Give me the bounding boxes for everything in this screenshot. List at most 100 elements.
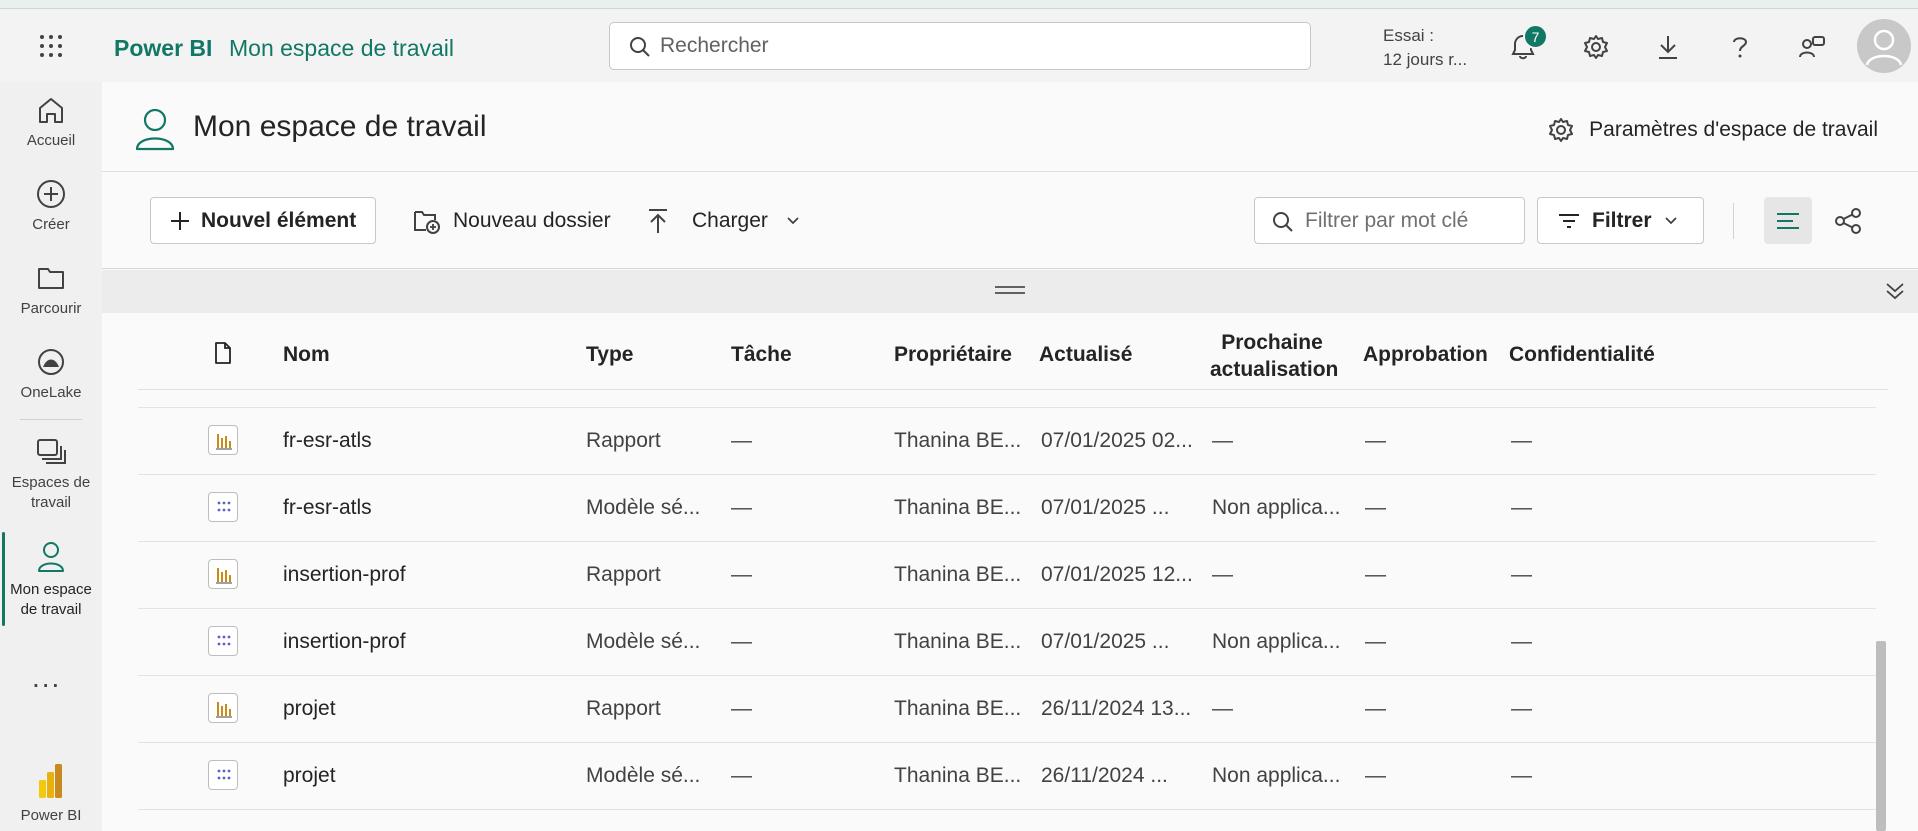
task-cell: — [731, 630, 752, 653]
download-icon [1659, 36, 1677, 59]
feedback-button[interactable] [1794, 29, 1830, 65]
report-icon [208, 425, 238, 455]
nav-item-my-workspace[interactable]: Mon espace de travail [0, 540, 102, 620]
refreshed-cell: 26/11/2024 ... [1041, 764, 1168, 787]
type-cell: Modèle sé... [586, 496, 701, 519]
task-cell: — [731, 697, 752, 720]
owner-cell: Thanina BE... [894, 563, 1022, 586]
upload-icon [649, 208, 667, 233]
powerbi-home[interactable]: Power BI [0, 762, 102, 826]
table-row[interactable]: fr-esr-atls Rapport — Thanina BE... 07/01/20… [138, 408, 1876, 475]
new-item-button[interactable]: Nouvel élément [150, 197, 376, 244]
keyword-filter-input[interactable] [1305, 198, 1520, 243]
refreshed-cell: 07/01/2025 ... [1041, 630, 1170, 653]
sensitivity-cell: — [1511, 429, 1532, 452]
drag-handle-icon[interactable] [995, 286, 1025, 298]
column-header-refreshed[interactable]: Actualisé [1039, 343, 1132, 367]
table-row[interactable]: insertion-prof Modèle sé... — Thanina BE...… [138, 609, 1876, 676]
endorsement-cell: — [1365, 429, 1386, 452]
type-cell: Rapport [586, 563, 661, 586]
filter-icon [1559, 213, 1579, 228]
column-header-task[interactable]: Tâche [731, 343, 792, 367]
nav-label-powerbi: Power BI [20, 807, 82, 824]
table-row[interactable]: projet Modèle sé... — Thanina BE... 26/11/20… [138, 743, 1876, 810]
workspace-settings-button[interactable]: Paramètres d'espace de travail [1547, 116, 1878, 144]
download-button[interactable] [1650, 29, 1686, 65]
powerbi-logo-icon [39, 764, 62, 798]
column-header-type[interactable]: Type [586, 343, 633, 367]
sensitivity-cell: — [1511, 496, 1532, 519]
owner-cell: Thanina BE... [894, 764, 1022, 787]
page-title: Mon espace de travail [193, 110, 487, 143]
column-header-sensitivity[interactable]: Confidentialité [1509, 343, 1655, 367]
nav-item-home[interactable]: Accueil [0, 95, 102, 151]
column-header-endorsement[interactable]: Approbation [1363, 343, 1488, 367]
app-name[interactable]: Power BI [114, 35, 212, 62]
user-avatar[interactable] [1857, 19, 1911, 73]
search-icon [1273, 212, 1293, 232]
nav-item-create[interactable]: Créer [0, 179, 102, 235]
upload-button[interactable]: Charger [646, 197, 800, 244]
name-cell[interactable]: projet [283, 697, 336, 721]
double-chevron-down-icon [1886, 283, 1904, 300]
name-cell[interactable]: projet [283, 764, 336, 788]
collapse-button[interactable] [1884, 280, 1906, 307]
settings-button[interactable] [1578, 29, 1614, 65]
rail-divider [20, 419, 82, 420]
folder-icon [38, 268, 64, 289]
app-launcher-icon[interactable] [38, 33, 64, 59]
nav-label-browse: Parcourir [20, 300, 82, 317]
nav-label-workspaces: Espaces de travail [11, 474, 91, 511]
nav-item-browse[interactable]: Parcourir [0, 263, 102, 319]
task-cell: — [731, 429, 752, 452]
trial-status[interactable]: Essai : 12 jours r... [1383, 24, 1467, 72]
sensitivity-cell: — [1511, 563, 1532, 586]
global-search[interactable] [609, 22, 1311, 70]
name-cell[interactable]: fr-esr-atls [283, 429, 372, 453]
vertical-scrollbar[interactable] [1876, 641, 1886, 831]
pane-splitter[interactable] [102, 270, 1918, 313]
keyword-filter[interactable] [1254, 197, 1525, 244]
column-header-next-refresh[interactable]: Prochaine actualisation [1210, 329, 1338, 383]
filter-button[interactable]: Filtrer [1537, 197, 1704, 244]
name-cell[interactable]: fr-esr-atls [283, 496, 372, 520]
new-folder-button[interactable]: Nouveau dossier [413, 197, 611, 244]
help-icon [1733, 37, 1748, 58]
name-cell[interactable]: insertion-prof [283, 563, 406, 587]
lineage-icon [1835, 207, 1861, 234]
new-item-label: Nouvel élément [201, 208, 357, 232]
workspace-settings-label: Paramètres d'espace de travail [1589, 118, 1878, 141]
next-refresh-cell: Non applica... [1212, 630, 1341, 653]
onelake-icon [38, 349, 64, 375]
items-table: Nom Type Tâche Propriétaire Actualisé Pr… [102, 313, 1918, 831]
more-icon[interactable]: ... [32, 662, 61, 694]
sensitivity-cell: — [1511, 764, 1532, 787]
window-top-border [0, 0, 1918, 9]
column-header-name[interactable]: Nom [283, 343, 330, 367]
filter-label: Filtrer [1592, 208, 1652, 232]
list-view-button[interactable] [1764, 197, 1812, 244]
help-button[interactable] [1722, 29, 1758, 65]
nav-item-onelake[interactable]: OneLake [0, 347, 102, 403]
column-header-owner[interactable]: Propriétaire [894, 343, 1012, 367]
table-row[interactable]: insertion-prof Rapport — Thanina BE... 07/01… [138, 542, 1876, 609]
next-refresh-cell: — [1212, 429, 1233, 452]
lineage-view-button[interactable] [1824, 197, 1872, 244]
workspace-title-bar: Mon espace de travail Paramètres d'espac… [102, 82, 1918, 172]
notification-count-badge: 7 [1523, 24, 1548, 49]
name-cell[interactable]: insertion-prof [283, 630, 406, 654]
table-row[interactable]: projet Rapport — Thanina BE... 26/11/2024 13… [138, 676, 1876, 743]
owner-cell: Thanina BE... [894, 630, 1022, 653]
nav-label-home: Accueil [26, 132, 76, 149]
nav-item-workspaces[interactable]: Espaces de travail [0, 437, 102, 513]
refreshed-cell: 07/01/2025 ... [1041, 496, 1170, 519]
breadcrumb-workspace[interactable]: Mon espace de travail [229, 35, 454, 62]
next-refresh-cell: — [1212, 563, 1233, 586]
semantic-model-icon [208, 626, 238, 656]
type-cell: Modèle sé... [586, 764, 701, 787]
plus-icon [171, 211, 189, 230]
report-icon [208, 559, 238, 589]
search-input[interactable] [660, 23, 1300, 69]
table-row[interactable]: fr-esr-atls Modèle sé... — Thanina BE... 07/… [138, 475, 1876, 542]
type-cell: Rapport [586, 697, 661, 720]
